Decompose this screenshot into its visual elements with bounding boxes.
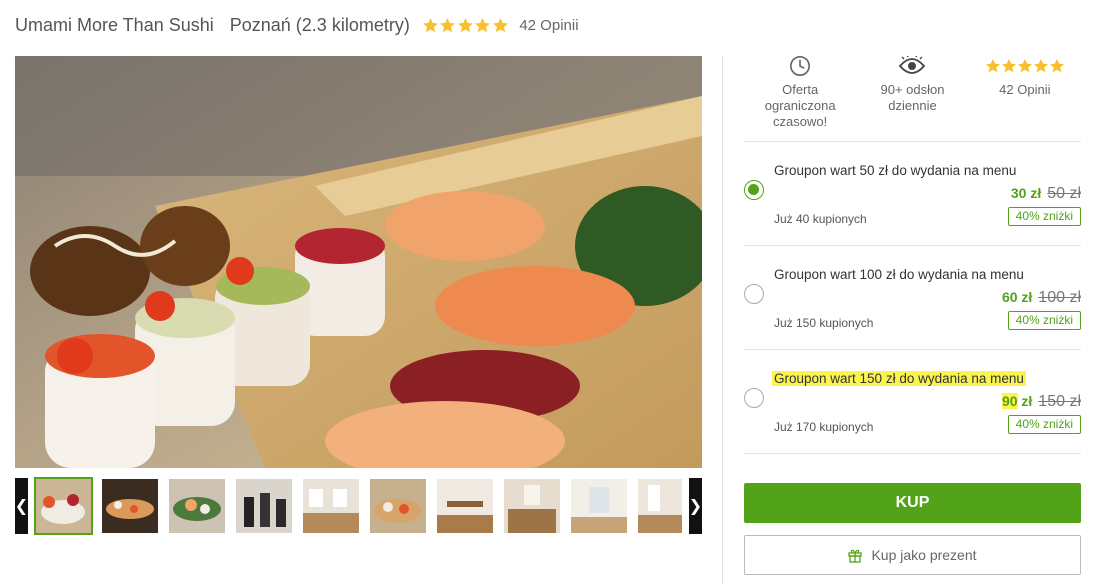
feature-views: 90+ odsłon dziennie [856, 56, 968, 141]
thumbnail[interactable] [102, 479, 158, 533]
price-amount: 30 [1010, 185, 1027, 201]
buy-button[interactable]: KUP [744, 483, 1081, 523]
deal-title: Umami More Than Sushi [15, 14, 214, 35]
sold-count: Już 40 kupionych [774, 212, 867, 226]
option-title: Groupon wart 100 zł do wydania na menu [774, 267, 1024, 282]
feature-text: Oferta ograniczona czasowo! [764, 82, 836, 129]
option-title: Groupon wart 150 zł do wydania na menu [772, 371, 1026, 386]
price-currency: zł [1030, 185, 1042, 201]
thumbnail-strip: ❮ ❯ [15, 477, 702, 535]
new-price: 60 zł [1002, 289, 1032, 305]
gift-label: Kup jako prezent [871, 547, 977, 563]
option-price: 90 zł 150 zł [1001, 393, 1081, 411]
main-photo[interactable] [15, 56, 702, 468]
star-icon [475, 17, 491, 32]
eye-icon [899, 56, 926, 76]
old-price: 100 zł [1038, 289, 1081, 306]
rating-stars[interactable] [422, 17, 510, 34]
chevron-left-icon: ❮ [14, 498, 29, 515]
price-currency: zł [1021, 289, 1033, 305]
old-price: 150 zł [1038, 393, 1081, 410]
price-amount: 90 [1001, 393, 1018, 409]
price-currency: zł [1021, 393, 1033, 409]
thumbnail[interactable] [370, 479, 426, 533]
discount-badge: 40% zniżki [1007, 311, 1081, 330]
deal-location: Poznań (2.3 kilometry) [229, 14, 410, 35]
gallery-prev-button[interactable]: ❮ [15, 478, 28, 534]
thumbnail[interactable] [169, 479, 225, 533]
feature-highlights: Oferta ograniczona czasowo! 90+ odsłon d… [744, 56, 1081, 142]
feature-rating[interactable]: 42 Opinii [969, 56, 1081, 141]
clock-icon [789, 56, 811, 76]
discount-badge: 40% zniżki [1007, 207, 1081, 226]
buy-as-gift-button[interactable]: Kup jako prezent [744, 535, 1081, 575]
option-radio[interactable] [744, 180, 764, 200]
deal-header: Umami More Than Sushi Poznań (2.3 kilome… [15, 13, 579, 37]
gallery-next-button[interactable]: ❯ [689, 478, 702, 534]
star-icon [457, 17, 473, 32]
deal-option[interactable]: Groupon wart 100 zł do wydania na menu 6… [744, 246, 1081, 350]
discount-badge: 40% zniżki [1007, 415, 1081, 434]
option-radio[interactable] [744, 388, 764, 408]
sold-count: Już 170 kupionych [774, 420, 874, 434]
deal-option[interactable]: Groupon wart 50 zł do wydania na menu 30… [744, 142, 1081, 246]
price-amount: 60 [1001, 289, 1018, 305]
sushi-photo [15, 56, 702, 468]
stars-icon [985, 56, 1065, 76]
thumbnail[interactable] [236, 479, 292, 533]
thumbnail[interactable] [638, 479, 682, 533]
star-icon [492, 17, 508, 32]
purchase-panel: Oferta ograniczona czasowo! 90+ odsłon d… [744, 56, 1081, 575]
new-price: 30 zł [1011, 185, 1041, 201]
thumbnail[interactable] [437, 479, 493, 533]
gift-icon [848, 548, 863, 563]
option-price: 60 zł 100 zł [1002, 289, 1081, 307]
feature-text: 42 Opinii [999, 82, 1051, 97]
column-divider [722, 56, 723, 584]
old-price: 50 zł [1047, 185, 1081, 202]
option-title: Groupon wart 50 zł do wydania na menu [774, 163, 1017, 178]
star-icon [422, 17, 438, 32]
option-radio[interactable] [744, 284, 764, 304]
chevron-right-icon: ❯ [688, 498, 703, 515]
new-price: 90 zł [1001, 393, 1033, 409]
feature-text: 90+ odsłon dziennie [880, 82, 945, 113]
thumbnail[interactable] [303, 479, 359, 533]
thumbnail[interactable] [34, 477, 93, 535]
sold-count: Już 150 kupionych [774, 316, 874, 330]
option-price: 30 zł 50 zł [1011, 185, 1081, 203]
feature-limited-offer: Oferta ograniczona czasowo! [744, 56, 856, 141]
reviews-link[interactable]: 42 Opinii [519, 17, 578, 34]
deal-option[interactable]: Groupon wart 150 zł do wydania na menu 9… [744, 350, 1081, 454]
thumbnail[interactable] [571, 479, 627, 533]
thumbnail[interactable] [504, 479, 560, 533]
star-icon [440, 17, 456, 32]
